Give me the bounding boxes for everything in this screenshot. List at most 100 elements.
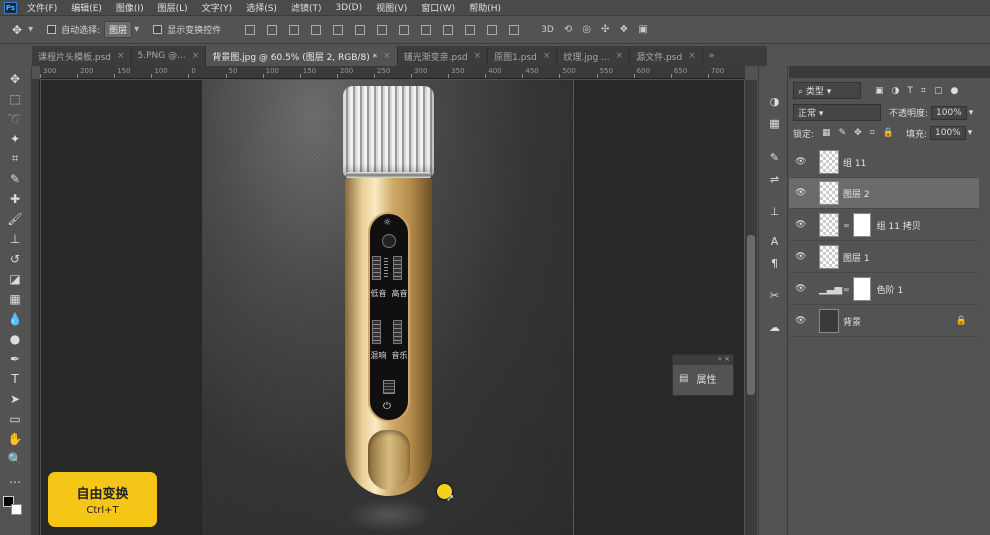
layer-mask-thumbnail[interactable] bbox=[852, 213, 871, 237]
libraries-panel-icon[interactable]: ☁ bbox=[767, 320, 782, 334]
layer-mask-thumbnail[interactable] bbox=[852, 277, 871, 301]
tool-preset-dropdown[interactable]: ▾ bbox=[28, 24, 33, 35]
layer-filter-dropdown[interactable]: ⌕ 类型 ▾ bbox=[793, 82, 861, 99]
visibility-eye-icon[interactable]: 👁 bbox=[795, 252, 807, 262]
healing-brush-icon[interactable]: ✚ bbox=[6, 190, 24, 207]
filter-shape-icon[interactable]: ⌗ bbox=[921, 86, 926, 96]
close-icon[interactable]: × bbox=[474, 51, 482, 61]
more-tools-icon[interactable]: … bbox=[6, 470, 24, 487]
color-panel-icon[interactable]: ◑ bbox=[767, 94, 782, 108]
tab-texture[interactable]: 纹理.jpg ... × bbox=[557, 46, 631, 66]
align-hcenter-icon[interactable] bbox=[333, 24, 344, 35]
tab-5-png[interactable]: 5.PNG @... × bbox=[132, 46, 207, 66]
filter-toggle-icon[interactable]: ● bbox=[950, 86, 958, 96]
gradient-icon[interactable]: ▦ bbox=[6, 290, 24, 307]
vertical-ruler[interactable] bbox=[32, 79, 40, 535]
auto-select-checkbox[interactable] bbox=[47, 25, 57, 34]
eyedropper-icon[interactable]: ✎ bbox=[6, 170, 24, 187]
pen-icon[interactable]: ✒ bbox=[6, 350, 24, 367]
visibility-eye-icon[interactable]: 👁 bbox=[795, 188, 807, 198]
lock-pixels-icon[interactable]: ✎ bbox=[839, 128, 847, 138]
lock-transparent-icon[interactable]: ▦ bbox=[822, 128, 831, 138]
layer-name[interactable]: 图层 1 bbox=[843, 251, 870, 264]
auto-select-dropdown[interactable]: 图层 bbox=[104, 21, 133, 38]
auto-align-icon[interactable] bbox=[509, 24, 520, 35]
adjustments-panel-icon[interactable]: ⇌ bbox=[767, 172, 782, 186]
tab-background-jpg[interactable]: 背景图.jpg @ 60.5% (图层 2, RGB/8) * × bbox=[206, 46, 398, 66]
layer-row-layer-1[interactable]: 👁 图层 1 bbox=[789, 242, 979, 273]
chevron-down-icon[interactable]: ▾ bbox=[968, 128, 973, 138]
3d-pan-icon[interactable]: ✣ bbox=[601, 24, 609, 35]
close-icon[interactable]: × bbox=[616, 51, 624, 61]
zoom-icon[interactable]: 🔍 bbox=[6, 450, 24, 467]
lock-all-icon[interactable]: 🔒 bbox=[883, 128, 894, 138]
close-icon[interactable]: × bbox=[688, 51, 696, 61]
move-icon[interactable]: ✥ bbox=[6, 70, 24, 87]
visibility-eye-icon[interactable]: 👁 bbox=[795, 220, 807, 230]
layer-name[interactable]: 色阶 1 bbox=[877, 283, 904, 296]
3d-scale-icon[interactable]: ▣ bbox=[638, 24, 647, 35]
layer-row-levels-1[interactable]: 👁 ▁▃▅ ∞ 色阶 1 bbox=[789, 274, 979, 305]
menu-view[interactable]: 视图(V) bbox=[376, 1, 407, 14]
distribute-top-icon[interactable] bbox=[377, 24, 388, 35]
visibility-eye-icon[interactable]: 👁 bbox=[795, 284, 807, 294]
blur-icon[interactable]: 💧 bbox=[6, 310, 24, 327]
layer-name[interactable]: 图层 2 bbox=[843, 187, 870, 200]
scrollbar-thumb[interactable] bbox=[747, 235, 755, 395]
guide-line[interactable] bbox=[573, 80, 574, 535]
layer-row-group-11-copy[interactable]: 👁 ∞ 组 11 拷贝 bbox=[789, 210, 979, 241]
magic-wand-icon[interactable]: ✦ bbox=[6, 130, 24, 147]
menu-filter[interactable]: 滤镜(T) bbox=[291, 1, 322, 14]
distribute-left-icon[interactable] bbox=[443, 24, 454, 35]
filter-type-icon[interactable]: T bbox=[907, 86, 913, 96]
background-color-swatch[interactable] bbox=[11, 504, 22, 515]
menu-type[interactable]: 文字(Y) bbox=[202, 1, 233, 14]
align-bottom-icon[interactable] bbox=[289, 24, 300, 35]
tools-panel-icon[interactable]: ✂ bbox=[767, 288, 782, 302]
panel-collapse-icon[interactable]: » × bbox=[673, 355, 733, 365]
tab-original-1[interactable]: 原图1.psd × bbox=[488, 46, 558, 66]
fill-input[interactable]: 100% bbox=[930, 126, 966, 140]
close-icon[interactable]: × bbox=[192, 51, 200, 61]
tab-course-template[interactable]: 课程片头模板.psd × bbox=[32, 46, 132, 66]
clone-stamp-icon[interactable]: ⊥ bbox=[6, 230, 24, 247]
filter-adjust-icon[interactable]: ◑ bbox=[892, 86, 900, 96]
distribute-right-icon[interactable] bbox=[487, 24, 498, 35]
close-icon[interactable]: × bbox=[383, 51, 391, 61]
type-icon[interactable]: T bbox=[6, 370, 24, 387]
opacity-input[interactable]: 100% bbox=[931, 105, 967, 120]
swatches-panel-icon[interactable]: ▦ bbox=[767, 116, 782, 130]
visibility-eye-icon[interactable]: 👁 bbox=[795, 157, 807, 167]
character-panel-icon[interactable]: A bbox=[767, 234, 782, 248]
layer-row-layer-2[interactable]: 👁 图层 2 bbox=[789, 178, 979, 209]
distribute-bottom-icon[interactable] bbox=[421, 24, 432, 35]
path-selection-icon[interactable]: ➤ bbox=[6, 390, 24, 407]
horizontal-ruler[interactable]: 300 200 150 100 0 50 100 150 200 250 300 350 400 450 5… bbox=[40, 66, 745, 79]
layer-row-group-11[interactable]: 👁 组 11 bbox=[789, 147, 979, 178]
menu-3d[interactable]: 3D(D) bbox=[335, 3, 362, 13]
properties-panel[interactable]: » × ▤ 属性 bbox=[672, 354, 734, 396]
crop-icon[interactable]: ⌗ bbox=[6, 150, 24, 167]
clone-source-icon[interactable]: ⊥ bbox=[767, 204, 782, 218]
close-icon[interactable]: × bbox=[117, 51, 125, 61]
filter-pixel-icon[interactable]: ▣ bbox=[875, 86, 884, 96]
visibility-eye-icon[interactable]: 👁 bbox=[795, 316, 807, 326]
lock-icon[interactable]: 🔒 bbox=[956, 316, 967, 326]
menu-select[interactable]: 选择(S) bbox=[246, 1, 277, 14]
layer-row-background[interactable]: 👁 背景 🔒 bbox=[789, 306, 979, 337]
eraser-icon[interactable]: ◪ bbox=[6, 270, 24, 287]
3d-roll-icon[interactable]: ◎ bbox=[582, 24, 591, 35]
layer-name[interactable]: 背景 bbox=[843, 315, 861, 328]
chevron-down-icon[interactable]: ▾ bbox=[969, 108, 974, 118]
distribute-hcenter-icon[interactable] bbox=[465, 24, 476, 35]
filter-smart-icon[interactable]: ▢ bbox=[934, 86, 943, 96]
close-icon[interactable]: × bbox=[543, 51, 551, 61]
tab-light-gradient[interactable]: 铺光渐变亲.psd × bbox=[398, 46, 489, 66]
distribute-vcenter-icon[interactable] bbox=[399, 24, 410, 35]
3d-slide-icon[interactable]: ❖ bbox=[619, 24, 628, 35]
menu-help[interactable]: 帮助(H) bbox=[469, 1, 501, 14]
lasso-icon[interactable]: ➰ bbox=[6, 110, 24, 127]
menu-window[interactable]: 窗口(W) bbox=[421, 1, 455, 14]
history-brush-icon[interactable]: ↺ bbox=[6, 250, 24, 267]
menu-image[interactable]: 图像(I) bbox=[116, 1, 144, 14]
